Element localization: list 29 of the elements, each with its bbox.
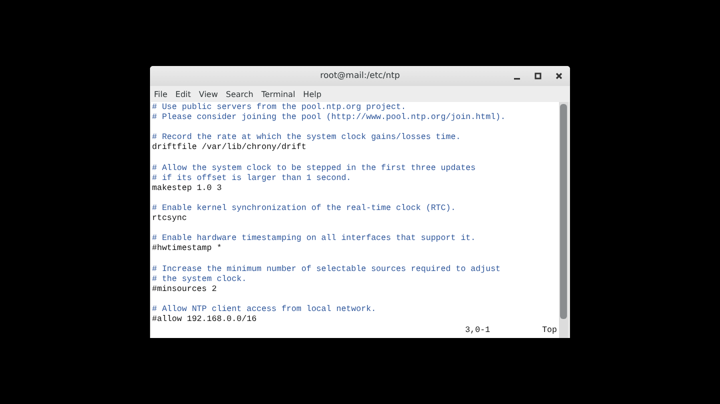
scroll-position: Top: [542, 326, 557, 336]
menu-item[interactable]: File: [154, 90, 168, 98]
code-line: # Please consider joining the pool (http://www.pool.ntp.org/join.html).: [152, 113, 507, 124]
menu-item[interactable]: Terminal: [261, 90, 296, 98]
code-line: # Allow the system clock to be stepped in the first three updates: [152, 164, 477, 174]
code-line: # Use public servers from the pool.ntp.org project.: [152, 103, 407, 113]
scrollbar[interactable]: [559, 102, 568, 338]
close-icon[interactable]: [554, 71, 564, 81]
code-line: # Allow NTP client access from local network.: [152, 304, 378, 315]
code-line: #allow 192.168.0.0/16: [152, 314, 258, 326]
code-line: #hwtimestamp *: [152, 244, 223, 254]
scrollbar-thumb[interactable]: [560, 104, 567, 319]
code-line: makestep 1.0 3: [152, 184, 223, 194]
cursor-position: 3,0-1: [465, 326, 490, 336]
code-line: #minsources 2: [152, 284, 218, 295]
code-line: # Increase the minimum number of selectable sources required to adjust: [152, 264, 502, 275]
code-line: # Enable hardware timestamping on all interfaces that support it.: [152, 234, 477, 244]
code-line: # Enable kernel synchronization of the real-time clock (RTC).: [152, 204, 457, 214]
code-line: # if its offset is larger than 1 second.: [152, 174, 352, 184]
menu-item[interactable]: Help: [303, 90, 322, 98]
maximize-icon[interactable]: [533, 71, 543, 81]
menu-item[interactable]: View: [198, 90, 218, 98]
menu-item[interactable]: Edit: [175, 90, 191, 98]
code-line: driftfile /var/lib/chrony/drift: [152, 143, 308, 154]
code-line: rtcsync: [152, 214, 188, 224]
code-line: # Record the rate at which the system clock gains/losses time.: [152, 133, 462, 143]
code-line: # the system clock.: [152, 274, 248, 285]
menu-item[interactable]: Search: [226, 90, 254, 98]
window-title: root@mail:/etc/ntp: [320, 71, 400, 81]
